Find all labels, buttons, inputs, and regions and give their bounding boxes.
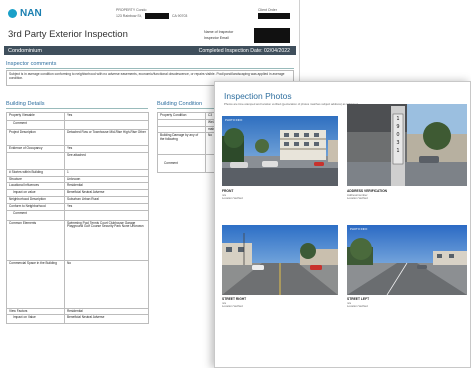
inspector-comment-text: Subject is in average condition conformi… bbox=[9, 72, 285, 80]
row-value: Swimming Pool Tennis Court Clubhouse Gar… bbox=[64, 219, 149, 261]
property-summary-bar: Condominium Completed Inspection Date: 0… bbox=[4, 46, 296, 55]
row-value: Detached Row or Townhouse Mid-Rise High-… bbox=[64, 129, 149, 146]
photo-location-status: Location Verified bbox=[347, 304, 368, 308]
property-type: Condominium bbox=[8, 47, 42, 54]
row-value bbox=[64, 209, 149, 221]
property-state-zip: CA 90703 bbox=[172, 14, 188, 18]
row-value: See attached bbox=[64, 151, 149, 170]
logo-text: NAN bbox=[20, 8, 42, 19]
photo-address-verification[interactable]: 1 9 0 3 1 bbox=[347, 104, 467, 186]
building-condition-heading: Building Condition bbox=[157, 101, 203, 107]
table-row: Common Elements Swimming Pool Tennis Cour… bbox=[6, 219, 149, 261]
row-label: View Factors bbox=[6, 307, 65, 316]
inspector-email-label: Inspector Email bbox=[204, 36, 229, 40]
redaction-block bbox=[254, 28, 290, 43]
table-row: Project Description Detached Row or Townh… bbox=[6, 129, 149, 146]
photo-tag: PHOTO INFO bbox=[350, 227, 368, 231]
svg-text:9: 9 bbox=[396, 124, 399, 130]
client-order-label: Client Order bbox=[258, 8, 277, 12]
completed-inspection-date: Completed Inspection Date: 02/04/2022 bbox=[198, 47, 290, 54]
table-row: Evidence of Occupancy Yes bbox=[6, 145, 149, 153]
photo-tag: PHOTO INFO bbox=[225, 118, 243, 122]
row-label: Structure bbox=[6, 175, 65, 184]
row-label: Property Condition bbox=[157, 112, 206, 120]
table-row: Comment bbox=[6, 120, 149, 130]
name-of-inspector-label: Name of Inspector bbox=[204, 30, 234, 34]
row-value: Beneficial Neutral Adverse bbox=[64, 189, 149, 197]
divider bbox=[6, 68, 294, 69]
photos-title: Inspection Photos bbox=[224, 91, 292, 101]
row-label: # Stories within Building bbox=[6, 168, 65, 177]
row-value: Residential bbox=[64, 182, 149, 191]
row-label: Building Damage by any of the following bbox=[157, 132, 206, 156]
divider bbox=[6, 108, 148, 109]
row-value: 1 bbox=[64, 168, 149, 177]
photo-street-right[interactable] bbox=[222, 225, 338, 295]
row-value: Yes bbox=[64, 145, 149, 153]
property-address: 123 Rainbow St, bbox=[116, 14, 142, 18]
row-label: Impact on Value bbox=[6, 314, 65, 325]
row-value: Unknown bbox=[64, 175, 149, 184]
building-details-heading: Building Details bbox=[6, 101, 45, 107]
row-value: Residential bbox=[64, 307, 149, 316]
table-row: See attached bbox=[6, 151, 149, 170]
row-label: Conform to Neighborhood bbox=[6, 202, 65, 211]
svg-text:3: 3 bbox=[396, 140, 399, 146]
photo-street-left[interactable]: PHOTO INFO bbox=[347, 225, 467, 295]
address-photo-image: 1 9 0 3 1 bbox=[347, 104, 467, 186]
row-label: Neighborhood Description bbox=[6, 195, 65, 204]
photo-location-status: Location Verified bbox=[222, 304, 243, 308]
row-label: Comment bbox=[157, 154, 206, 174]
row-value: Yes bbox=[64, 202, 149, 211]
table-row: Comment bbox=[6, 209, 149, 221]
row-label: Comment bbox=[6, 209, 65, 221]
building-details-table: Property Viewable Yes Comment Project Des… bbox=[6, 112, 149, 325]
row-label bbox=[157, 125, 206, 134]
redaction-block bbox=[145, 13, 169, 19]
row-label bbox=[157, 118, 206, 127]
row-value: No bbox=[64, 259, 149, 309]
inspection-photos-page: Inspection Photos Photos are time-stampe… bbox=[214, 81, 471, 368]
row-value bbox=[64, 120, 149, 130]
row-label: Locational Influences bbox=[6, 182, 65, 191]
row-label: Evidence of Occupancy bbox=[6, 145, 65, 153]
row-value: Suburban Urban Rural bbox=[64, 195, 149, 204]
table-row: Property Viewable Yes bbox=[6, 112, 149, 121]
row-label: Common Elements bbox=[6, 219, 65, 261]
svg-text:0: 0 bbox=[396, 132, 399, 138]
table-row: # Stories within Building 1 bbox=[6, 168, 149, 177]
photos-subtitle: Photos are time-stamped and location ver… bbox=[224, 102, 359, 106]
row-label: Commercial Space in the Building bbox=[6, 259, 65, 309]
redaction-block bbox=[258, 13, 290, 19]
row-label bbox=[6, 151, 65, 170]
logo-icon bbox=[8, 9, 17, 18]
street-left-photo-image bbox=[347, 225, 467, 295]
photo-front[interactable]: PHOTO INFO bbox=[222, 116, 338, 186]
page-title: 3rd Party Exterior Inspection bbox=[8, 29, 128, 40]
street-right-photo-image bbox=[222, 225, 338, 295]
row-label: Impact on value bbox=[6, 189, 65, 197]
svg-text:1: 1 bbox=[396, 148, 399, 154]
table-row: Neighborhood Description Suburban Urban R… bbox=[6, 195, 149, 204]
front-photo-image bbox=[222, 116, 338, 186]
table-row: Conform to Neighborhood Yes bbox=[6, 202, 149, 211]
table-row: Impact on value Beneficial Neutral Advers… bbox=[6, 189, 149, 197]
table-row: Locational Influences Residential bbox=[6, 182, 149, 191]
row-label: Property Viewable bbox=[6, 112, 65, 121]
row-value: Beneficial Neutral Adverse bbox=[64, 314, 149, 325]
company-logo: NAN bbox=[8, 8, 48, 20]
row-value: Yes bbox=[64, 112, 149, 121]
address-sign-text: 1 bbox=[396, 116, 399, 122]
table-row: Commercial Space in the Building No bbox=[6, 259, 149, 309]
photo-location-status: Location Verified bbox=[222, 196, 243, 200]
photo-location-status: Location Verified bbox=[347, 196, 368, 200]
table-row: View Factors Residential bbox=[6, 307, 149, 316]
row-label: Project Description bbox=[6, 129, 65, 146]
table-row: Impact on Value Beneficial Neutral Advers… bbox=[6, 314, 149, 325]
inspector-comments-heading: Inspector comments bbox=[6, 61, 57, 67]
property-type-header: PROPERTY Condo bbox=[116, 8, 147, 12]
table-row: Structure Unknown bbox=[6, 175, 149, 184]
row-label: Comment bbox=[6, 120, 65, 130]
